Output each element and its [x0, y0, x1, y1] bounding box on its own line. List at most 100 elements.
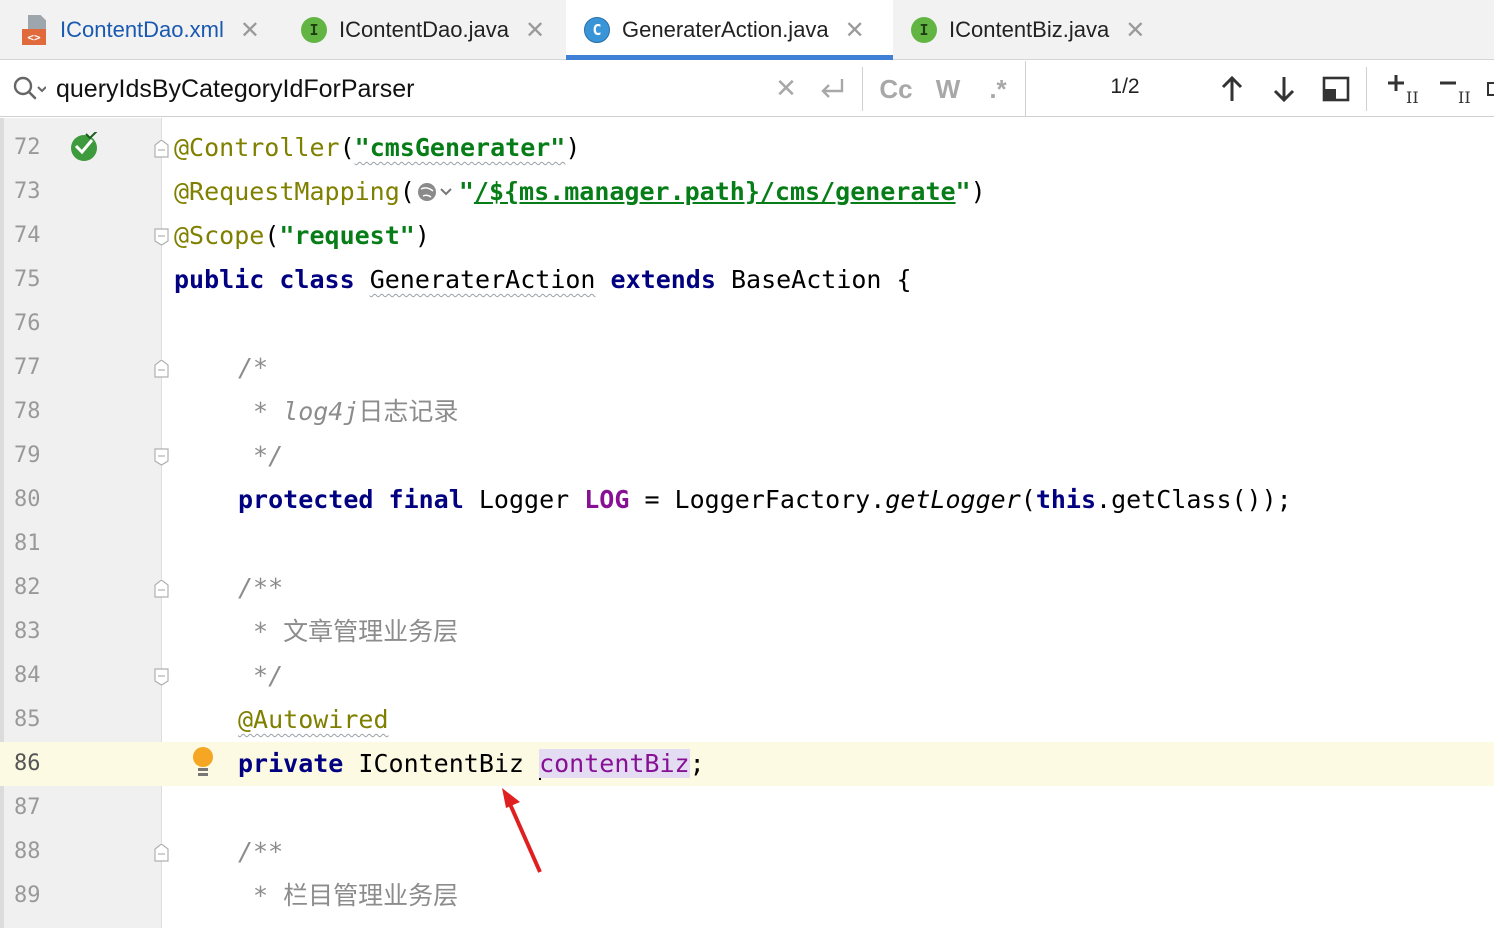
code-line[interactable]: 74 @Scope("request")	[0, 214, 1494, 258]
line-number: 79	[14, 443, 41, 468]
code-line[interactable]: 83 * 文章管理业务层	[0, 610, 1494, 654]
tab-icontentdao-java[interactable]: I IContentDao.java ✕	[283, 0, 566, 60]
line-number: 83	[14, 619, 41, 644]
line-number: 72	[14, 135, 41, 160]
tab-icontentbiz-java[interactable]: I IContentBiz.java ✕	[893, 0, 1183, 60]
search-field-area: ✕ Cc W .*	[0, 61, 1026, 117]
highlighted-field: contentBiz	[539, 749, 690, 778]
code-text: /**	[238, 837, 284, 866]
line-number: 78	[14, 399, 41, 424]
code-text: private IContentBiz contentBiz;	[238, 749, 705, 780]
code-text: * 栏目管理业务层	[238, 881, 459, 910]
fold-icon[interactable]	[154, 140, 169, 158]
interface-icon: I	[911, 17, 937, 43]
active-tab-indicator	[566, 55, 893, 60]
fold-icon[interactable]	[154, 580, 169, 598]
code-line[interactable]: 75 public class GeneraterAction extends …	[0, 258, 1494, 302]
annotation-arrow-icon	[502, 788, 542, 873]
select-all-occurrences-icon[interactable]	[1318, 71, 1354, 107]
line-number: 76	[14, 311, 41, 336]
code-line[interactable]: 87	[0, 786, 1494, 830]
code-line[interactable]: 79 */	[0, 434, 1494, 478]
tab-label: IContentDao.java	[339, 17, 509, 42]
code-text: @Controller("cmsGenerater")	[174, 133, 581, 162]
arrow-down-icon[interactable]	[1266, 71, 1302, 107]
code-line[interactable]: 72 @Controller("cmsGenerater")	[0, 126, 1494, 170]
code-line[interactable]: 81	[0, 522, 1494, 566]
add-occurrence-icon[interactable]: II	[1384, 71, 1424, 107]
interface-icon: I	[301, 17, 327, 43]
fold-icon[interactable]	[154, 448, 169, 466]
line-number: 80	[14, 487, 41, 512]
code-line[interactable]: 76	[0, 302, 1494, 346]
more-options-icon[interactable]	[1484, 71, 1494, 107]
close-icon[interactable]: ✕	[525, 16, 545, 44]
current-code-line[interactable]: 86 private IContentBiz contentBiz;	[0, 742, 1494, 786]
line-number: 84	[14, 663, 41, 688]
code-line[interactable]: 80 protected final Logger LOG = LoggerFa…	[0, 478, 1494, 522]
code-text: public class GeneraterAction extends Bas…	[174, 265, 912, 294]
line-number: 88	[14, 839, 41, 864]
web-url-icon[interactable]	[415, 179, 459, 205]
match-case-button[interactable]: Cc	[876, 71, 916, 107]
code-text: * 文章管理业务层	[238, 617, 459, 646]
svg-text:II: II	[1406, 88, 1419, 107]
match-count: 1/2	[1110, 75, 1140, 98]
whole-words-button[interactable]: W	[930, 71, 966, 107]
tab-icontentdao-xml[interactable]: <> IContentDao.xml ✕	[0, 0, 283, 60]
code-text: * log4j日志记录	[238, 397, 459, 426]
code-line[interactable]: 88 /**	[0, 830, 1494, 874]
find-bar: ✕ Cc W .* 1/2 II II	[0, 61, 1494, 117]
tab-label: IContentDao.xml	[60, 17, 224, 42]
code-line[interactable]: 73 @RequestMapping("/${ms.manager.path}/…	[0, 170, 1494, 214]
code-line[interactable]: 77 /*	[0, 346, 1494, 390]
editor-tab-bar: <> IContentDao.xml ✕ I IContentDao.java …	[0, 0, 1494, 60]
tab-generateraction-java[interactable]: C GeneraterAction.java ✕	[566, 0, 893, 60]
code-text: */	[238, 661, 284, 690]
fold-icon[interactable]	[154, 668, 169, 686]
code-line[interactable]: 89 * 栏目管理业务层	[0, 874, 1494, 918]
code-text: protected final Logger LOG = LoggerFacto…	[238, 485, 1292, 514]
fold-icon[interactable]	[154, 228, 169, 246]
close-icon[interactable]: ✕	[1125, 16, 1145, 44]
line-number: 74	[14, 223, 41, 248]
line-number: 77	[14, 355, 41, 380]
regex-button[interactable]: .*	[980, 71, 1016, 107]
clear-search-icon[interactable]: ✕	[772, 71, 800, 107]
code-text: */	[238, 441, 284, 470]
toolbar-separator	[1366, 67, 1367, 111]
line-number: 73	[14, 179, 41, 204]
line-number: 89	[14, 883, 41, 908]
search-input[interactable]	[56, 69, 756, 109]
search-icon[interactable]	[12, 75, 46, 103]
fold-icon[interactable]	[154, 844, 169, 862]
close-icon[interactable]: ✕	[240, 16, 260, 44]
arrow-up-icon[interactable]	[1214, 71, 1250, 107]
class-icon: C	[584, 17, 610, 43]
code-text: @Autowired	[238, 705, 389, 734]
code-line[interactable]: 84 */	[0, 654, 1494, 698]
lightbulb-icon[interactable]	[190, 746, 216, 780]
code-line[interactable]: 85 @Autowired	[0, 698, 1494, 742]
code-line[interactable]: 78 * log4j日志记录	[0, 390, 1494, 434]
tab-label: GeneraterAction.java	[622, 17, 829, 42]
line-number: 85	[14, 707, 41, 732]
line-number: 75	[14, 267, 41, 292]
code-text: @RequestMapping("/${ms.manager.path}/cms…	[174, 177, 986, 206]
line-number: 87	[14, 795, 41, 820]
svg-text:II: II	[1458, 88, 1471, 107]
toolbar-separator	[862, 67, 863, 111]
code-line[interactable]: 82 /**	[0, 566, 1494, 610]
line-number: 86	[14, 751, 41, 776]
new-line-icon[interactable]	[814, 71, 848, 107]
spring-bean-icon[interactable]	[68, 132, 100, 164]
code-text: @Scope("request")	[174, 221, 430, 250]
line-number: 82	[14, 575, 41, 600]
code-text: /*	[238, 353, 269, 382]
line-number: 81	[14, 531, 41, 556]
remove-occurrence-icon[interactable]: II	[1436, 71, 1476, 107]
fold-icon[interactable]	[154, 360, 169, 378]
code-editor[interactable]: 72 @Controller("cmsGenerater") 73 @Reque…	[0, 118, 1494, 928]
xml-file-icon: <>	[22, 15, 48, 45]
close-icon[interactable]: ✕	[845, 16, 865, 44]
